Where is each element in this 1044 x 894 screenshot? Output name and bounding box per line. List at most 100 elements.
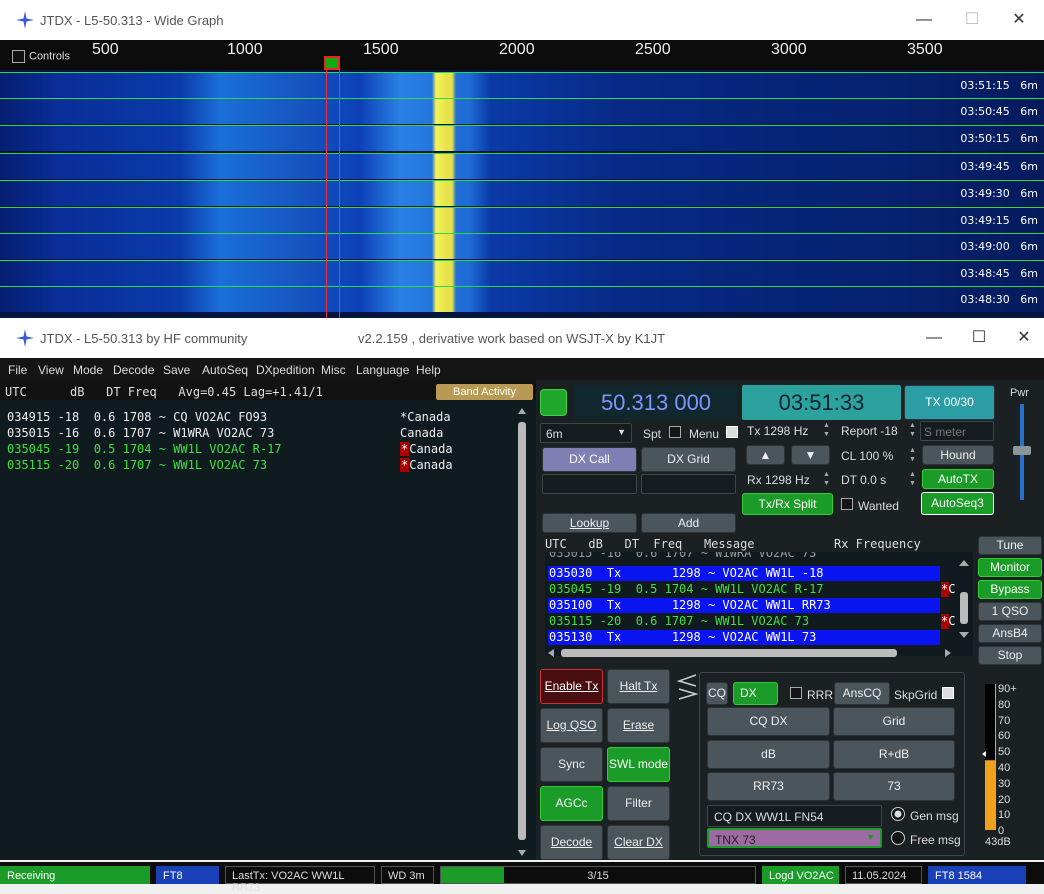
erase-button[interactable]: Erase	[607, 708, 670, 743]
frequency-scale[interactable]: Controls 500 1000 1500 2000 2500 3000 35…	[0, 40, 1044, 70]
free-msg-radio[interactable]	[890, 830, 906, 846]
spt-checkbox[interactable]	[669, 426, 681, 438]
menu-decode[interactable]: Decode	[113, 363, 154, 377]
wanted-checkbox[interactable]	[841, 498, 853, 510]
halt-tx-button[interactable]: Halt Tx	[607, 669, 670, 704]
decode-line[interactable]: 034915 -18 0.6 1708 ~ CQ VO2AC FO93	[7, 410, 267, 424]
rx-table-hscrollbar[interactable]	[545, 646, 955, 660]
close-icon[interactable]: ✕	[1012, 326, 1036, 350]
decode-line[interactable]: 035115 -20 0.6 1707 ~ WW1L VO2AC 73	[7, 458, 267, 472]
gen-msg-radio[interactable]	[890, 806, 906, 822]
one-qso-button[interactable]: 1 QSO	[978, 602, 1042, 621]
grid-button[interactable]: Grid	[833, 707, 955, 736]
dial-frequency-display[interactable]: 50.313 000	[574, 385, 738, 420]
dx-call-button[interactable]: DX Call	[542, 447, 637, 472]
autotx-button[interactable]: AutoTX	[922, 469, 994, 489]
menu-autoseq[interactable]: AutoSeq	[202, 363, 248, 377]
rr73-button[interactable]: RR73	[707, 772, 830, 801]
rx-line[interactable]: 035100 Tx 1298 ~ VO2AC WW1L RR73	[548, 598, 940, 613]
menu-mode[interactable]: Mode	[73, 363, 103, 377]
hound-button[interactable]: Hound	[922, 445, 994, 465]
cq-button[interactable]: CQ	[706, 682, 728, 705]
power-slider[interactable]	[1012, 404, 1032, 500]
s-meter-field[interactable]: S meter	[920, 421, 994, 441]
close-icon[interactable]: ✕	[1007, 8, 1031, 32]
ansb4-button[interactable]: AnsB4	[978, 624, 1042, 643]
rx-frequency-table[interactable]: 035015 -16 0.6 1707 ~ W1WRA VO2AC 73 035…	[545, 552, 973, 656]
bypass-button[interactable]: Bypass	[978, 580, 1042, 599]
dx-grid-input[interactable]	[641, 474, 736, 494]
band-activity-scrollbar[interactable]	[516, 406, 528, 858]
spinner-icon[interactable]: ▲ ▼	[907, 470, 918, 490]
dx-button[interactable]: DX	[733, 682, 778, 705]
band-select[interactable]: 6m ▼	[540, 423, 632, 443]
minimize-icon[interactable]: —	[912, 8, 936, 32]
menu-checkbox[interactable]	[726, 426, 738, 438]
r-db-button[interactable]: R+dB	[833, 740, 955, 769]
swap-arrows-icon[interactable]	[676, 672, 698, 702]
rx-table-scrollbar[interactable]	[955, 552, 973, 656]
tx-counter-button[interactable]: TX 00/30	[904, 385, 995, 420]
rx-frequency-field[interactable]: Rx 1298 Hz ▲ ▼	[742, 470, 832, 490]
band-activity-button[interactable]: Band Activity	[436, 384, 533, 400]
autoseq3-button[interactable]: AutoSeq3	[921, 492, 994, 515]
decode-line[interactable]: 035045 -19 0.5 1704 ~ WW1L VO2AC R-17	[7, 442, 282, 456]
band-activity-pane[interactable]: UTC dB DT Freq Avg=0.45 Lag=+1.41/1 Band…	[0, 380, 536, 860]
decode-line[interactable]: 035015 -16 0.6 1707 ~ W1WRA VO2AC 73	[7, 426, 274, 440]
report-field[interactable]: Report -18 ▲ ▼	[836, 421, 918, 441]
rx-line[interactable]: 035045 -19 0.5 1704 ~ WW1L VO2AC R-17 *C	[548, 582, 955, 597]
free-msg-field[interactable]: TNX 73 ▼	[707, 828, 882, 848]
menu-file[interactable]: File	[8, 363, 27, 377]
spinner-icon[interactable]: ▲ ▼	[907, 421, 918, 441]
menu-save[interactable]: Save	[163, 363, 190, 377]
lookup-button[interactable]: Lookup	[542, 513, 637, 533]
cl-field[interactable]: CL 100 % ▲ ▼	[836, 446, 918, 466]
main-title-bar[interactable]: JTDX - L5-50.313 by HF community v2.2.15…	[0, 318, 1044, 358]
tx-frequency-field[interactable]: Tx 1298 Hz ▲ ▼	[742, 421, 832, 441]
enable-tx-button[interactable]: Enable Tx	[540, 669, 603, 704]
menu-dxpedition[interactable]: DXpedition	[256, 363, 315, 377]
controls-checkbox[interactable]	[12, 50, 25, 63]
add-button[interactable]: Add	[641, 513, 736, 533]
menu-misc[interactable]: Misc	[321, 363, 346, 377]
menu-view[interactable]: View	[38, 363, 64, 377]
gen-msg-field[interactable]: CQ DX WW1L FN54	[707, 805, 882, 827]
tx-marker-handle[interactable]	[324, 56, 340, 70]
tx-rx-split-button[interactable]: Tx/Rx Split	[742, 493, 833, 515]
up-arrow-button[interactable]: ▲	[746, 445, 785, 465]
73-button[interactable]: 73	[833, 772, 955, 801]
monitor-button[interactable]: Monitor	[978, 558, 1042, 577]
rx-line[interactable]: 035115 -20 0.6 1707 ~ WW1L VO2AC 73 *C	[548, 614, 955, 629]
dx-grid-button[interactable]: DX Grid	[641, 447, 736, 472]
decode-button[interactable]: Decode	[540, 825, 603, 860]
cq-dx-button[interactable]: CQ DX	[707, 707, 830, 736]
menu-language[interactable]: Language	[356, 363, 409, 377]
tx-frequency-marker[interactable]	[326, 70, 340, 318]
log-qso-button[interactable]: Log QSO	[540, 708, 603, 743]
maximize-icon[interactable]: ☐	[967, 326, 991, 350]
controls-toggle[interactable]: Controls	[12, 50, 70, 63]
dt-field[interactable]: DT 0.0 s ▲ ▼	[836, 470, 918, 490]
sync-button[interactable]: Sync	[540, 747, 603, 782]
rx-line[interactable]: 035130 Tx 1298 ~ VO2AC WW1L 73	[548, 630, 940, 645]
anscq-button[interactable]: AnsCQ	[834, 682, 890, 705]
db-button[interactable]: dB	[707, 740, 830, 769]
filter-button[interactable]: Filter	[607, 786, 670, 821]
skpgrid-checkbox[interactable]	[942, 687, 954, 699]
rx-line[interactable]: 035015 -16 0.6 1707 ~ W1WRA VO2AC 73	[548, 552, 940, 561]
spinner-icon[interactable]: ▲ ▼	[821, 421, 832, 441]
wide-graph-title-bar[interactable]: JTDX - L5-50.313 - Wide Graph — ☐ ✕	[0, 0, 1044, 40]
spinner-icon[interactable]: ▲ ▼	[907, 446, 918, 466]
down-arrow-button[interactable]: ▼	[791, 445, 830, 465]
rrr-checkbox[interactable]	[790, 687, 802, 699]
menu-help[interactable]: Help	[416, 363, 441, 377]
dx-call-input[interactable]	[542, 474, 637, 494]
clear-dx-button[interactable]: Clear DX	[607, 825, 670, 860]
tune-button[interactable]: Tune	[978, 536, 1042, 555]
agcc-button[interactable]: AGCc	[540, 786, 603, 821]
minimize-icon[interactable]: —	[922, 326, 946, 350]
swl-mode-button[interactable]: SWL mode	[607, 747, 670, 782]
spinner-icon[interactable]: ▲ ▼	[821, 470, 832, 490]
stop-button[interactable]: Stop	[978, 646, 1042, 665]
wide-graph-waterfall[interactable]: Controls 500 1000 1500 2000 2500 3000 35…	[0, 40, 1044, 318]
